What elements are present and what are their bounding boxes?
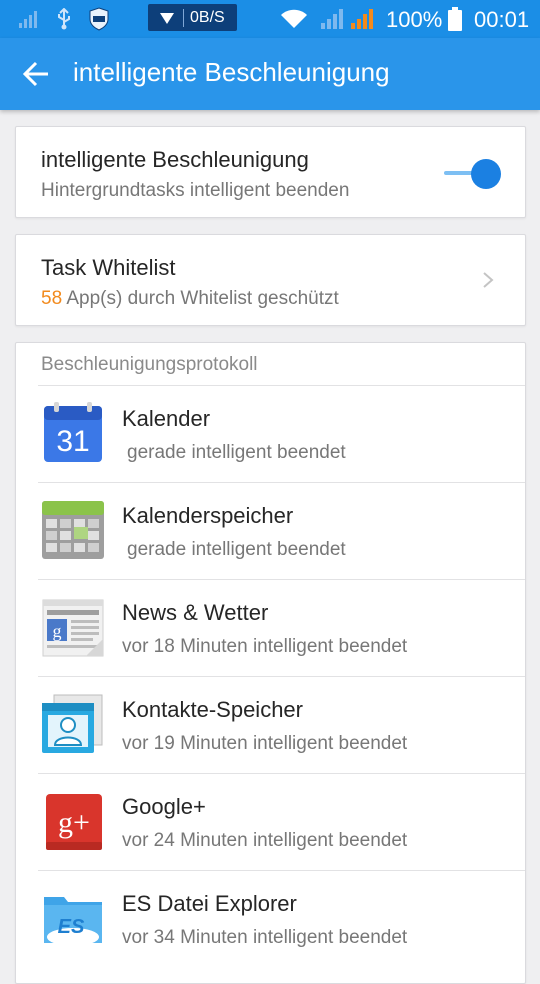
app-name: Google+ [122,794,206,819]
arrow-left-icon[interactable] [22,60,50,88]
app-name: News & Wetter [122,600,269,625]
wifi-down-icon [160,12,174,24]
app-status: vor 18 Minuten intelligent beendet [122,636,408,657]
app-status: gerade intelligent beendet [127,539,346,560]
google-plus-icon-text: g+ [58,806,90,839]
wifi-icon [280,0,308,38]
page-title: intelligente Beschleunigung [73,57,390,87]
calendar-storage-icon [42,501,104,559]
list-item[interactable]: g News & Wetter vor 18 Minuten intellige… [38,579,525,677]
es-icon-text: ES [58,916,85,938]
log-header: Beschleunigungsprotokoll [41,354,258,375]
list-item[interactable]: Kontakte-Speicher vor 19 Minuten intelli… [38,676,525,774]
network-speed-indicator: 0B/S [148,4,237,31]
status-bar: 0B/S 100% 00:01 [0,0,540,38]
whitelist-count: 58 [41,288,63,309]
smart-boost-card[interactable]: intelligente Beschleunigung Hintergrundt… [15,126,526,218]
list-item[interactable]: 31 Kalender gerade intelligent beendet [38,385,525,483]
calendar-icon-date: 31 [56,425,89,458]
whitelist-title: Task Whitelist [41,255,176,280]
battery-icon [447,0,463,38]
network-speed: 0B/S [190,8,225,26]
whitelist-subtitle: 58 App(s) durch Whitelist geschützt [41,288,339,310]
app-name: Kalender [122,406,211,431]
list-item[interactable]: Kalenderspeicher gerade intelligent been… [38,482,525,580]
data-signal-icon [18,0,40,38]
app-name: ES Datei Explorer [122,891,297,916]
app-status: gerade intelligent beendet [127,442,346,463]
lbe-shield-icon [88,0,110,38]
news-weather-icon: g [42,599,104,657]
boost-log-card: Beschleunigungsprotokoll 31 Kalender ger… [15,342,526,984]
app-status: vor 19 Minuten intelligent beendet [122,733,408,754]
usb-icon [55,0,73,38]
svg-text:g: g [53,621,62,641]
battery-percentage: 100% [386,7,443,32]
list-item[interactable]: ES ES Datei Explorer vor 34 Minuten inte… [38,870,525,968]
calendar-icon: 31 [44,402,102,462]
task-whitelist-card[interactable]: Task Whitelist 58 App(s) durch Whitelist… [15,234,526,326]
app-name: Kalenderspeicher [122,503,294,528]
signal-orange-icon [350,0,376,38]
app-status: vor 34 Minuten intelligent beendet [122,927,408,948]
app-status: vor 24 Minuten intelligent beendet [122,830,408,851]
smart-boost-toggle[interactable] [471,159,501,189]
smart-boost-title: intelligente Beschleunigung [41,147,309,172]
signal-icon [320,0,344,38]
google-plus-icon: g+ [46,794,102,850]
chevron-right-icon [483,272,494,288]
es-file-explorer-icon: ES [44,897,102,946]
list-item[interactable]: g+ Google+ vor 24 Minuten intelligent be… [38,773,525,871]
app-bar: intelligente Beschleunigung [0,38,540,110]
smart-boost-subtitle: Hintergrundtasks intelligent beenden [41,180,350,201]
whitelist-subtitle-text: App(s) durch Whitelist geschützt [62,288,339,309]
app-name: Kontakte-Speicher [122,697,303,722]
contacts-storage-icon [42,694,103,753]
clock: 00:01 [474,7,530,32]
